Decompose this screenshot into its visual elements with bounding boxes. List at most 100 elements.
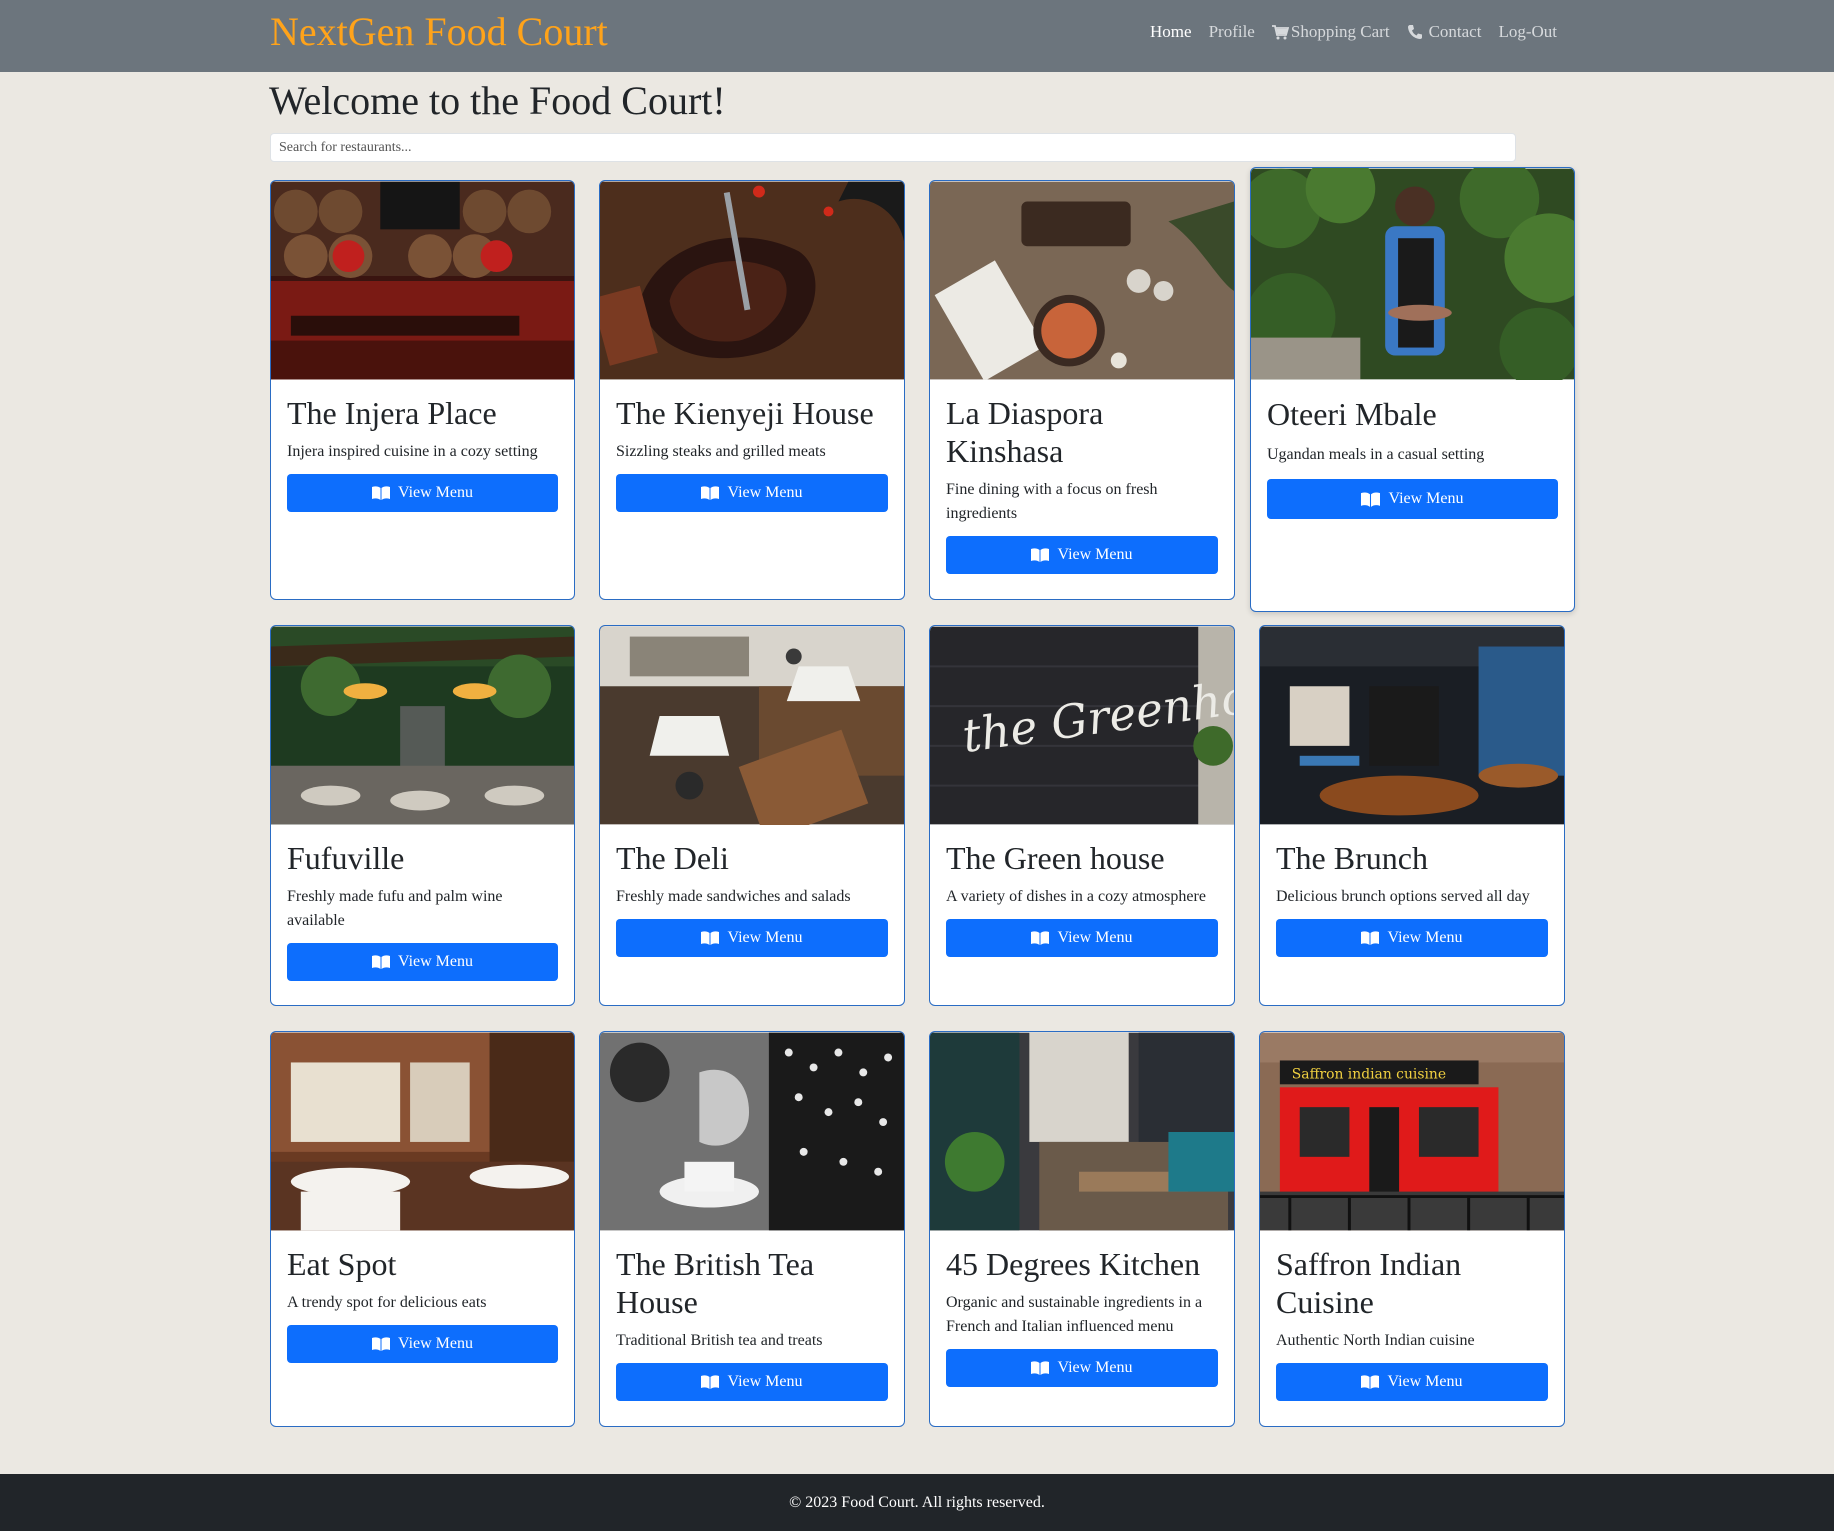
- view-menu-label: View Menu: [1057, 546, 1133, 563]
- restaurant-description: Freshly made sandwiches and salads: [616, 888, 851, 905]
- restaurant-description: Sizzling steaks and grilled meats: [616, 443, 826, 460]
- view-menu-label: View Menu: [727, 484, 803, 501]
- view-menu-label: View Menu: [397, 1335, 474, 1352]
- restaurant-description: Fine dining with a focus on fresh ingred…: [946, 481, 1158, 522]
- restaurant-description: Delicious brunch options served all day: [1276, 888, 1530, 905]
- view-menu-label: View Menu: [1387, 929, 1463, 946]
- restaurant-card: La Diaspora Kinshasa Fine dining with a …: [929, 180, 1235, 600]
- footer-text: © 2023 Food Court. All rights reserved.: [789, 1494, 1045, 1511]
- book-icon: [701, 486, 720, 500]
- restaurant-image: [271, 181, 574, 380]
- restaurant-card: The British Tea House Traditional Britis…: [599, 1031, 905, 1427]
- view-menu-button[interactable]: View Menu: [287, 474, 558, 512]
- view-menu-label: View Menu: [727, 929, 803, 946]
- search-input[interactable]: [270, 133, 1516, 162]
- view-menu-button[interactable]: View Menu: [616, 1363, 888, 1401]
- restaurant-name: The Brunch: [1276, 840, 1428, 876]
- view-menu-button[interactable]: View Menu: [1276, 1363, 1548, 1401]
- book-icon: [701, 1375, 720, 1389]
- restaurant-card: Fufuville Freshly made fufu and palm win…: [270, 625, 575, 1006]
- view-menu-label: View Menu: [397, 484, 474, 501]
- view-menu-button[interactable]: View Menu: [1267, 479, 1558, 519]
- book-icon: [1361, 1375, 1380, 1389]
- restaurant-description: Ugandan meals in a casual setting: [1267, 446, 1485, 463]
- restaurant-name: Fufuville: [287, 840, 405, 876]
- nav-link-label: Profile: [1208, 22, 1255, 41]
- view-menu-button[interactable]: View Menu: [946, 919, 1218, 957]
- restaurant-description: Traditional British tea and treats: [616, 1332, 823, 1349]
- restaurant-image: [600, 181, 904, 380]
- view-menu-label: View Menu: [397, 953, 474, 970]
- nav-link-label: Log-Out: [1498, 22, 1557, 41]
- restaurant-image: [600, 626, 904, 825]
- restaurant-card: Eat Spot A trendy spot for delicious eat…: [270, 1031, 575, 1427]
- restaurant-card: Saffron indian cuisine Saffron Indian Cu…: [1259, 1031, 1565, 1427]
- restaurant-image: [271, 626, 574, 825]
- restaurant-name: The Green house: [946, 840, 1165, 876]
- view-menu-button[interactable]: View Menu: [946, 1349, 1218, 1387]
- view-menu-label: View Menu: [727, 1373, 803, 1390]
- restaurant-card: The Deli Freshly made sandwiches and sal…: [599, 625, 905, 1006]
- restaurant-name: Oteeri Mbale: [1267, 396, 1437, 432]
- restaurant-description: Injera inspired cuisine in a cozy settin…: [287, 443, 538, 460]
- view-menu-button[interactable]: View Menu: [1276, 919, 1548, 957]
- navbar: NextGen Food Court Home Profile Shopping…: [0, 0, 1834, 72]
- book-icon: [1361, 931, 1380, 945]
- brand-logo[interactable]: NextGen Food Court: [270, 8, 608, 56]
- nav-link-shopping-cart[interactable]: Shopping Cart: [1271, 22, 1390, 42]
- nav-link-label: Home: [1150, 22, 1192, 41]
- restaurant-card: the Greenhouse The Green house A variety…: [929, 625, 1235, 1006]
- restaurant-card: 45 Degrees Kitchen Organic and sustainab…: [929, 1031, 1235, 1427]
- book-icon: [1031, 931, 1050, 945]
- nav-link-label: Shopping Cart: [1290, 22, 1390, 41]
- view-menu-button[interactable]: View Menu: [616, 474, 888, 512]
- phone-icon: [1407, 25, 1422, 39]
- view-menu-label: View Menu: [1388, 490, 1464, 507]
- restaurant-name: The Injera Place: [287, 395, 497, 431]
- book-icon: [371, 486, 390, 500]
- saffron-sign: Saffron indian cuisine: [1292, 1066, 1446, 1082]
- view-menu-button[interactable]: View Menu: [946, 536, 1218, 574]
- view-menu-button[interactable]: View Menu: [616, 919, 888, 957]
- restaurant-name: The Kienyeji House: [616, 395, 874, 431]
- restaurant-image: [930, 181, 1234, 380]
- restaurant-description: Authentic North Indian cuisine: [1276, 1332, 1475, 1349]
- restaurant-name: Saffron Indian Cuisine: [1276, 1246, 1462, 1320]
- view-menu-button[interactable]: View Menu: [287, 943, 558, 981]
- view-menu-label: View Menu: [1057, 929, 1133, 946]
- restaurant-image: [271, 1032, 574, 1231]
- view-menu-button[interactable]: View Menu: [287, 1325, 558, 1363]
- nav-link-logout[interactable]: Log-Out: [1498, 22, 1557, 42]
- nav-link-label: Contact: [1428, 22, 1482, 41]
- restaurant-card: The Brunch Delicious brunch options serv…: [1259, 625, 1565, 1006]
- view-menu-label: View Menu: [1057, 1359, 1133, 1376]
- restaurant-name: The British Tea House: [616, 1246, 815, 1320]
- book-icon: [1361, 491, 1381, 507]
- restaurant-description: Organic and sustainable ingredients in a…: [946, 1294, 1203, 1335]
- nav-link-home[interactable]: Home: [1150, 22, 1192, 42]
- book-icon: [371, 955, 390, 969]
- restaurant-name: 45 Degrees Kitchen: [946, 1246, 1201, 1282]
- restaurant-image: [1251, 168, 1574, 380]
- restaurant-image: [930, 1032, 1234, 1231]
- nav-link-profile[interactable]: Profile: [1209, 22, 1255, 42]
- restaurant-image: Saffron indian cuisine: [1260, 1032, 1564, 1231]
- book-icon: [1031, 1361, 1050, 1375]
- nav-link-contact[interactable]: Contact: [1407, 22, 1482, 42]
- restaurant-description: A variety of dishes in a cozy atmosphere: [946, 888, 1206, 905]
- restaurant-description: A trendy spot for delicious eats: [287, 1294, 487, 1311]
- restaurant-card: Oteeri Mbale Ugandan meals in a casual s…: [1250, 167, 1575, 612]
- book-icon: [701, 931, 720, 945]
- cart-icon: [1271, 24, 1289, 39]
- nav-links: Home Profile Shopping Cart Contact Log-O…: [1133, 22, 1557, 42]
- book-icon: [1031, 548, 1050, 562]
- restaurant-name: La Diaspora Kinshasa: [946, 395, 1104, 469]
- page-title: Welcome to the Food Court!: [269, 78, 726, 123]
- restaurant-name: The Deli: [616, 840, 729, 876]
- view-menu-label: View Menu: [1387, 1373, 1463, 1390]
- restaurant-image: the Greenhouse: [930, 626, 1234, 825]
- restaurant-name: Eat Spot: [287, 1246, 397, 1282]
- restaurant-image: [1260, 626, 1564, 825]
- restaurant-card: The Injera Place Injera inspired cuisine…: [270, 180, 575, 600]
- restaurant-card: The Kienyeji House Sizzling steaks and g…: [599, 180, 905, 600]
